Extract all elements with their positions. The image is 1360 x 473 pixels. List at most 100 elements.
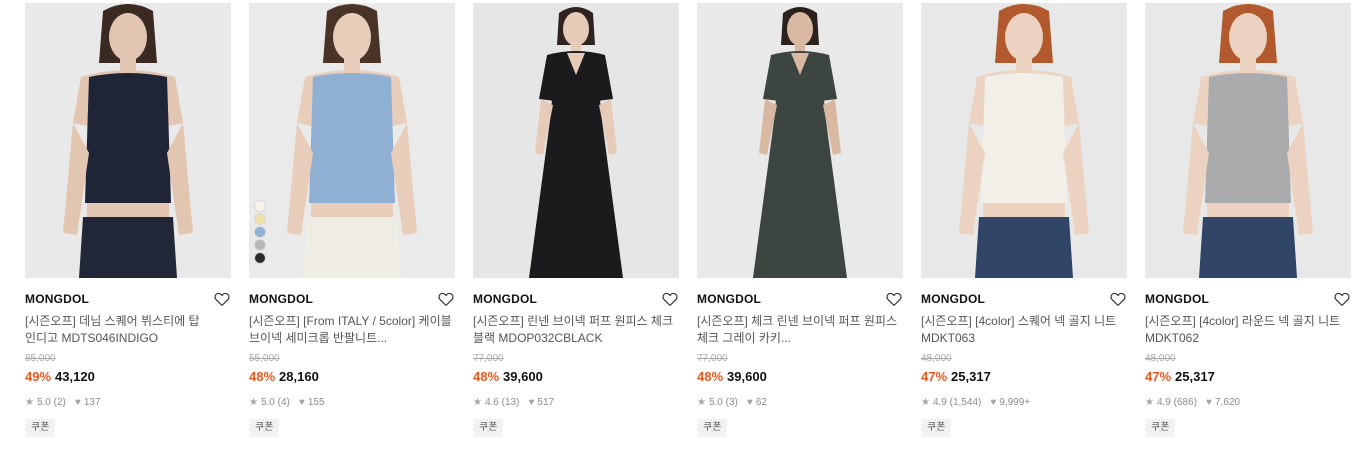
review-count: (1,544) — [949, 397, 982, 408]
sale-price: 25,317 — [951, 369, 991, 384]
coupon-badge: 쿠폰 — [473, 419, 504, 437]
original-price: 48,000 — [1145, 353, 1176, 364]
product-card[interactable]: MONGDOL [시즌오프] 린넨 브이넥 퍼프 원피스 체크 블랙 MDOP0… — [473, 3, 679, 437]
original-price: 77,000 — [697, 353, 728, 364]
coupon-badge: 쿠폰 — [1145, 419, 1176, 437]
price-row: 48% 28,160 — [249, 368, 455, 385]
review-count: (686) — [1173, 397, 1198, 408]
rating: 5.0 — [708, 397, 723, 408]
rating: 5.0 — [36, 397, 51, 408]
color-swatch[interactable] — [255, 227, 265, 237]
product-name[interactable]: [시즌오프] [From ITALY / 5color] 케이블 브이넥 세미크… — [249, 313, 455, 347]
brand-name[interactable]: MONGDOL — [1145, 290, 1351, 308]
coupon-badge: 쿠폰 — [249, 419, 280, 437]
like-count: 7,620 — [1214, 397, 1240, 408]
review-meta: ★ 4.9 (1,544) ♥ 9,999+ — [921, 396, 1127, 410]
product-image[interactable] — [25, 3, 231, 278]
heart-outline-icon[interactable] — [885, 290, 903, 308]
discount-rate: 47% — [921, 369, 948, 384]
product-card[interactable]: MONGDOL [시즌오프] [4color] 스퀘어 넥 골지 니트 MDKT… — [921, 3, 1127, 437]
price-row: 48% 39,600 — [697, 368, 903, 385]
product-name[interactable]: [시즌오프] 체크 린넨 브이넥 퍼프 원피스 체크 그레이 카키... — [697, 313, 903, 347]
product-name[interactable]: [시즌오프] [4color] 스퀘어 넥 골지 니트 MDKT063 — [921, 313, 1127, 347]
like-count: 517 — [537, 397, 555, 408]
heart-outline-icon[interactable] — [1333, 290, 1351, 308]
like-count: 137 — [83, 397, 101, 408]
color-swatches — [255, 201, 265, 263]
heart-outline-icon[interactable] — [437, 290, 455, 308]
brand-name[interactable]: MONGDOL — [921, 290, 1127, 308]
star-icon: ★ — [25, 397, 34, 408]
review-count: (13) — [501, 397, 520, 408]
cable-knit-top-photo — [249, 3, 455, 278]
price-row: 47% 25,317 — [1145, 368, 1351, 385]
product-image[interactable] — [249, 3, 455, 278]
product-image[interactable] — [921, 3, 1127, 278]
product-card[interactable]: MONGDOL [시즌오프] [From ITALY / 5color] 케이블… — [249, 3, 455, 437]
star-icon: ★ — [473, 397, 482, 408]
brand-name[interactable]: MONGDOL — [473, 290, 679, 308]
heart-outline-icon[interactable] — [213, 290, 231, 308]
heart-filled-icon: ♥ — [74, 397, 81, 408]
denim-bustier-top-photo — [25, 3, 231, 278]
product-name[interactable]: [시즌오프] 데님 스퀘어 뷔스티에 탑 인디고 MDTS046INDIGO — [25, 313, 231, 347]
review-meta: ★ 5.0 (3) ♥ 62 — [697, 396, 903, 410]
product-image[interactable] — [697, 3, 903, 278]
sale-price: 28,160 — [279, 369, 319, 384]
color-swatch[interactable] — [255, 201, 265, 211]
rating: 4.9 — [1156, 397, 1171, 408]
like-count: 155 — [307, 397, 325, 408]
product-card[interactable]: MONGDOL [시즌오프] 체크 린넨 브이넥 퍼프 원피스 체크 그레이 카… — [697, 3, 903, 437]
color-swatch[interactable] — [255, 253, 265, 263]
product-name[interactable]: [시즌오프] [4color] 라운드 넥 골지 니트 MDKT062 — [1145, 313, 1351, 347]
brand-name[interactable]: MONGDOL — [25, 290, 231, 308]
sale-price: 39,600 — [727, 369, 767, 384]
discount-rate: 48% — [697, 369, 724, 384]
review-meta: ★ 5.0 (4) ♥ 155 — [249, 396, 455, 410]
check-dress-photo — [697, 3, 903, 278]
heart-outline-icon[interactable] — [661, 290, 679, 308]
review-meta: ★ 4.9 (686) ♥ 7,620 — [1145, 396, 1351, 410]
rating: 4.6 — [484, 397, 499, 408]
heart-filled-icon: ♥ — [990, 397, 997, 408]
discount-rate: 49% — [25, 369, 52, 384]
round-neck-knit-photo — [1145, 3, 1351, 278]
brand-name[interactable]: MONGDOL — [249, 290, 455, 308]
review-meta: ★ 5.0 (2) ♥ 137 — [25, 396, 231, 410]
color-swatch[interactable] — [255, 240, 265, 250]
brand-name[interactable]: MONGDOL — [697, 290, 903, 308]
product-image[interactable] — [1145, 3, 1351, 278]
rating: 4.9 — [932, 397, 947, 408]
star-icon: ★ — [249, 397, 258, 408]
square-neck-knit-photo — [921, 3, 1127, 278]
original-price: 55,000 — [249, 353, 280, 364]
discount-rate: 47% — [1145, 369, 1172, 384]
product-card[interactable]: MONGDOL [시즌오프] [4color] 라운드 넥 골지 니트 MDKT… — [1145, 3, 1351, 437]
discount-rate: 48% — [249, 369, 276, 384]
review-meta: ★ 4.6 (13) ♥ 517 — [473, 396, 679, 410]
product-card[interactable]: MONGDOL [시즌오프] 데님 스퀘어 뷔스티에 탑 인디고 MDTS046… — [25, 3, 231, 437]
rating: 5.0 — [260, 397, 275, 408]
heart-outline-icon[interactable] — [1109, 290, 1127, 308]
sale-price: 25,317 — [1175, 369, 1215, 384]
heart-filled-icon: ♥ — [746, 397, 753, 408]
coupon-badge: 쿠폰 — [25, 419, 56, 437]
review-count: (4) — [277, 397, 290, 408]
heart-filled-icon: ♥ — [298, 397, 305, 408]
original-price: 77,000 — [473, 353, 504, 364]
coupon-badge: 쿠폰 — [921, 419, 952, 437]
product-image[interactable] — [473, 3, 679, 278]
star-icon: ★ — [697, 397, 706, 408]
sale-price: 39,600 — [503, 369, 543, 384]
like-count: 62 — [755, 397, 767, 408]
original-price: 48,000 — [921, 353, 952, 364]
review-count: (3) — [725, 397, 738, 408]
coupon-badge: 쿠폰 — [697, 419, 728, 437]
color-swatch[interactable] — [255, 214, 265, 224]
price-row: 47% 25,317 — [921, 368, 1127, 385]
heart-filled-icon: ♥ — [528, 397, 535, 408]
price-row: 48% 39,600 — [473, 368, 679, 385]
like-count: 9,999+ — [999, 397, 1031, 408]
product-name[interactable]: [시즌오프] 린넨 브이넥 퍼프 원피스 체크 블랙 MDOP032CBLACK — [473, 313, 679, 347]
black-dress-photo — [473, 3, 679, 278]
